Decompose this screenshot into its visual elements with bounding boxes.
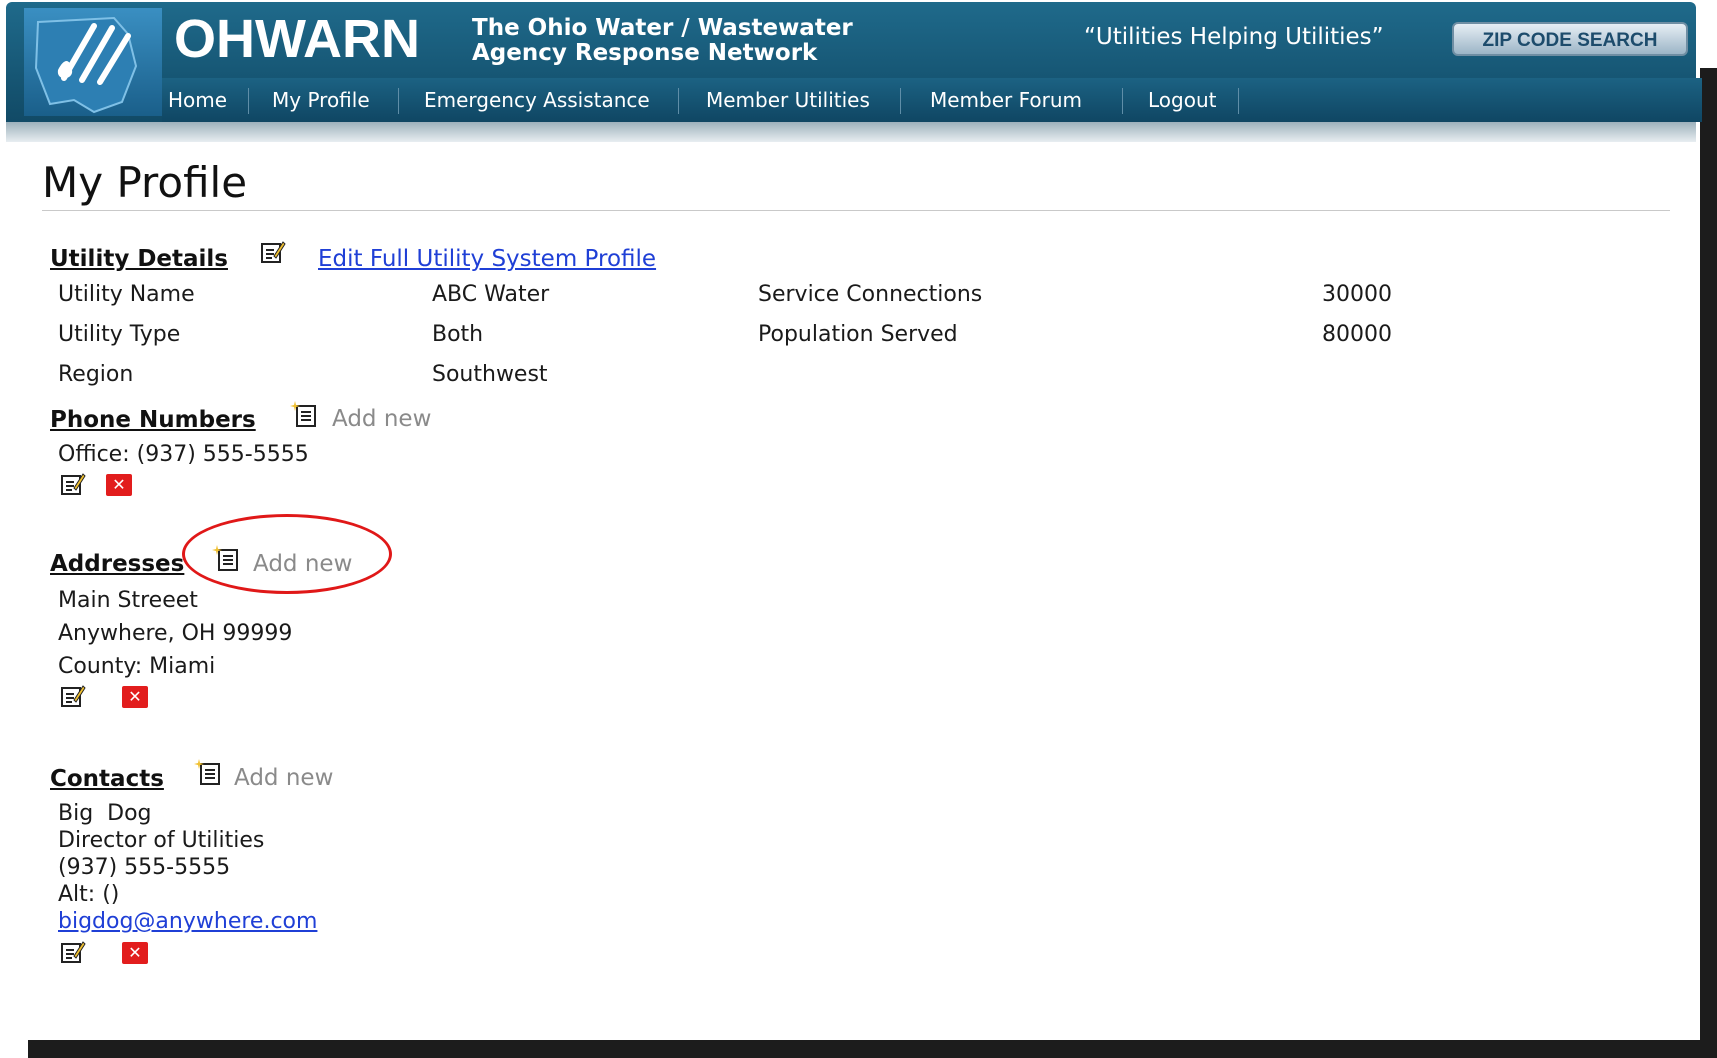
edit-full-utility-profile-link[interactable]: Edit Full Utility System Profile <box>318 246 656 272</box>
population-served-value: 80000 <box>1322 322 1392 347</box>
nav-separator <box>1122 88 1123 114</box>
nav-member-utilities[interactable]: Member Utilities <box>700 78 876 122</box>
edit-address-icon[interactable] <box>60 684 86 708</box>
address-county: County: Miami <box>58 654 216 679</box>
nav-separator <box>900 88 901 114</box>
add-phone-icon[interactable] <box>290 400 318 428</box>
utility-details-heading: Utility Details <box>50 246 228 272</box>
edit-phone-icon[interactable] <box>60 472 86 496</box>
nav-separator <box>248 88 249 114</box>
delete-address-icon[interactable]: ✕ <box>122 686 148 708</box>
nav-separator <box>1238 88 1239 114</box>
delete-phone-icon[interactable]: ✕ <box>106 474 132 496</box>
nav-member-forum[interactable]: Member Forum <box>924 78 1088 122</box>
nav-my-profile[interactable]: My Profile <box>266 78 376 122</box>
address-line-2: Anywhere, OH 99999 <box>58 621 293 646</box>
nav-emergency-assistance[interactable]: Emergency Assistance <box>418 78 656 122</box>
brand-name[interactable]: OHWARN <box>174 8 420 70</box>
utility-type-label: Utility Type <box>58 322 181 347</box>
main-nav: Home My Profile Emergency Assistance Mem… <box>162 78 1702 122</box>
phone-numbers-heading: Phone Numbers <box>50 407 256 433</box>
population-served-label: Population Served <box>758 322 958 347</box>
edit-utility-details-icon[interactable] <box>260 240 286 264</box>
header-shadow <box>6 122 1696 142</box>
ohwarn-logo[interactable] <box>24 8 162 116</box>
add-contact-icon[interactable] <box>194 758 222 786</box>
title-divider <box>42 210 1670 211</box>
nav-logout[interactable]: Logout <box>1142 78 1222 122</box>
zip-code-search-button[interactable]: ZIP CODE SEARCH <box>1452 22 1688 56</box>
header-top-bar: OHWARN The Ohio Water / Wastewater Agenc… <box>162 2 1702 76</box>
contact-phone: (937) 555-5555 <box>58 855 231 880</box>
contacts-heading: Contacts <box>50 766 164 792</box>
highlight-annotation-circle <box>182 514 392 594</box>
service-connections-value: 30000 <box>1322 282 1392 307</box>
tagline-line-2: Agency Response Network <box>472 40 818 66</box>
utility-name-label: Utility Name <box>58 282 195 307</box>
page-title: My Profile <box>42 158 248 207</box>
tagline-line-1: The Ohio Water / Wastewater <box>472 15 853 41</box>
delete-contact-icon[interactable]: ✕ <box>122 942 148 964</box>
nav-separator <box>678 88 679 114</box>
addresses-heading: Addresses <box>50 551 185 577</box>
site-header: OHWARN The Ohio Water / Wastewater Agenc… <box>6 2 1702 122</box>
service-connections-label: Service Connections <box>758 282 983 307</box>
site-motto: “Utilities Helping Utilities” <box>1084 24 1384 50</box>
frame-shadow-right <box>1700 68 1717 1058</box>
phone-entry: Office: (937) 555-5555 <box>58 442 309 467</box>
nav-home[interactable]: Home <box>162 78 233 122</box>
contact-role: Director of Utilities <box>58 828 265 853</box>
contact-alt-phone: Alt: () <box>58 882 120 907</box>
utility-name-value: ABC Water <box>432 282 550 307</box>
contact-email-link[interactable]: bigdog@anywhere.com <box>58 909 317 934</box>
utility-type-value: Both <box>432 322 484 347</box>
frame-shadow-bottom <box>28 1040 1717 1058</box>
contact-name: Big Dog <box>58 801 152 826</box>
address-line-1: Main Streeet <box>58 588 198 613</box>
add-phone-link[interactable]: Add new <box>332 406 431 432</box>
add-contact-link[interactable]: Add new <box>234 765 333 791</box>
nav-separator <box>398 88 399 114</box>
region-label: Region <box>58 362 134 387</box>
edit-contact-icon[interactable] <box>60 940 86 964</box>
region-value: Southwest <box>432 362 548 387</box>
ohio-water-logo-icon <box>34 16 138 114</box>
brand-tagline: The Ohio Water / Wastewater Agency Respo… <box>472 16 853 66</box>
